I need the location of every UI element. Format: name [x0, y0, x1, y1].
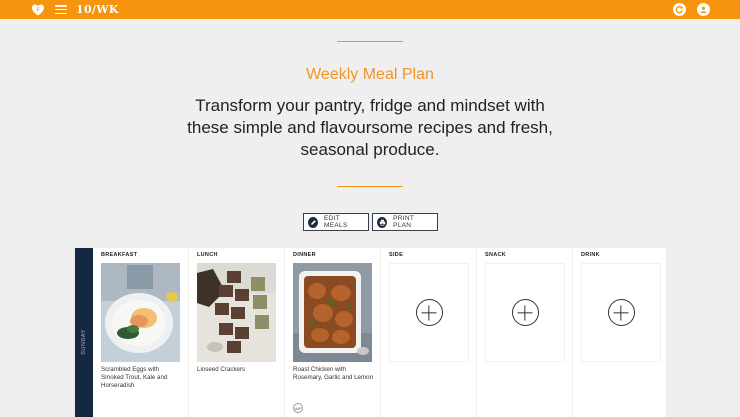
meal-column-dinner: DINNER Roast Chicken with Rosemary, Garl… — [285, 248, 381, 417]
print-plan-label: PRINT PLAN — [393, 215, 415, 229]
top-bar: F 10/WK — [0, 0, 740, 19]
lunch-meal-image[interactable] — [197, 263, 276, 362]
meal-column-lunch: LUNCH Linseed Crackers — [189, 248, 285, 417]
plus-icon — [607, 299, 635, 326]
plus-icon — [511, 299, 539, 326]
pencil-icon — [308, 216, 319, 228]
edit-meals-label: EDIT MEALS — [324, 215, 348, 229]
hamburger-menu-icon[interactable] — [55, 5, 67, 14]
lunch-meal-name[interactable]: Linseed Crackers — [197, 366, 279, 374]
meal-column-snack: SNACK — [477, 248, 573, 417]
dinner-meal-image[interactable] — [293, 263, 372, 362]
heart-logo-icon[interactable]: F — [31, 3, 45, 17]
add-drink-button[interactable] — [581, 263, 661, 362]
bottom-divider — [337, 186, 403, 187]
plus-icon — [415, 299, 443, 326]
add-snack-button[interactable] — [485, 263, 565, 362]
top-divider — [337, 41, 403, 42]
printer-icon — [377, 216, 388, 228]
breakfast-meal-name[interactable]: Scrambled Eggs with Smoked Trout, Kale a… — [101, 366, 183, 390]
dinner-meal-name[interactable]: Roast Chicken with Rosemary, Garlic and … — [293, 366, 375, 382]
meal-column-drink: DRINK — [573, 248, 666, 417]
intro-text: Transform your pantry, fridge and mindse… — [187, 96, 553, 159]
column-heading: SNACK — [485, 252, 507, 258]
column-heading: DINNER — [293, 252, 316, 258]
add-side-button[interactable] — [389, 263, 469, 362]
day-strip: SUNDAY — [75, 248, 93, 417]
day-label: SUNDAY — [81, 329, 87, 355]
column-heading: DRINK — [581, 252, 600, 258]
column-heading: SIDE — [389, 252, 404, 258]
edit-meals-button[interactable]: EDIT MEALS — [303, 213, 369, 231]
svg-text:F: F — [36, 8, 39, 14]
brand-logo[interactable]: 10/WK — [76, 3, 119, 16]
meal-plan-grid: SUNDAY BREAKFAST Scrambled Eggs with Smo… — [75, 248, 666, 417]
refresh-icon[interactable] — [673, 3, 686, 16]
diet-badge: AIP — [293, 403, 303, 413]
page-title: Weekly Meal Plan — [306, 66, 434, 83]
profile-icon[interactable] — [697, 3, 710, 16]
breakfast-meal-image[interactable] — [101, 263, 180, 362]
column-heading: BREAKFAST — [101, 252, 138, 258]
column-heading: LUNCH — [197, 252, 218, 258]
print-plan-button[interactable]: PRINT PLAN — [372, 213, 438, 231]
meal-column-side: SIDE — [381, 248, 477, 417]
meal-column-breakfast: BREAKFAST Scrambled Eggs with Smoked Tro… — [93, 248, 189, 417]
